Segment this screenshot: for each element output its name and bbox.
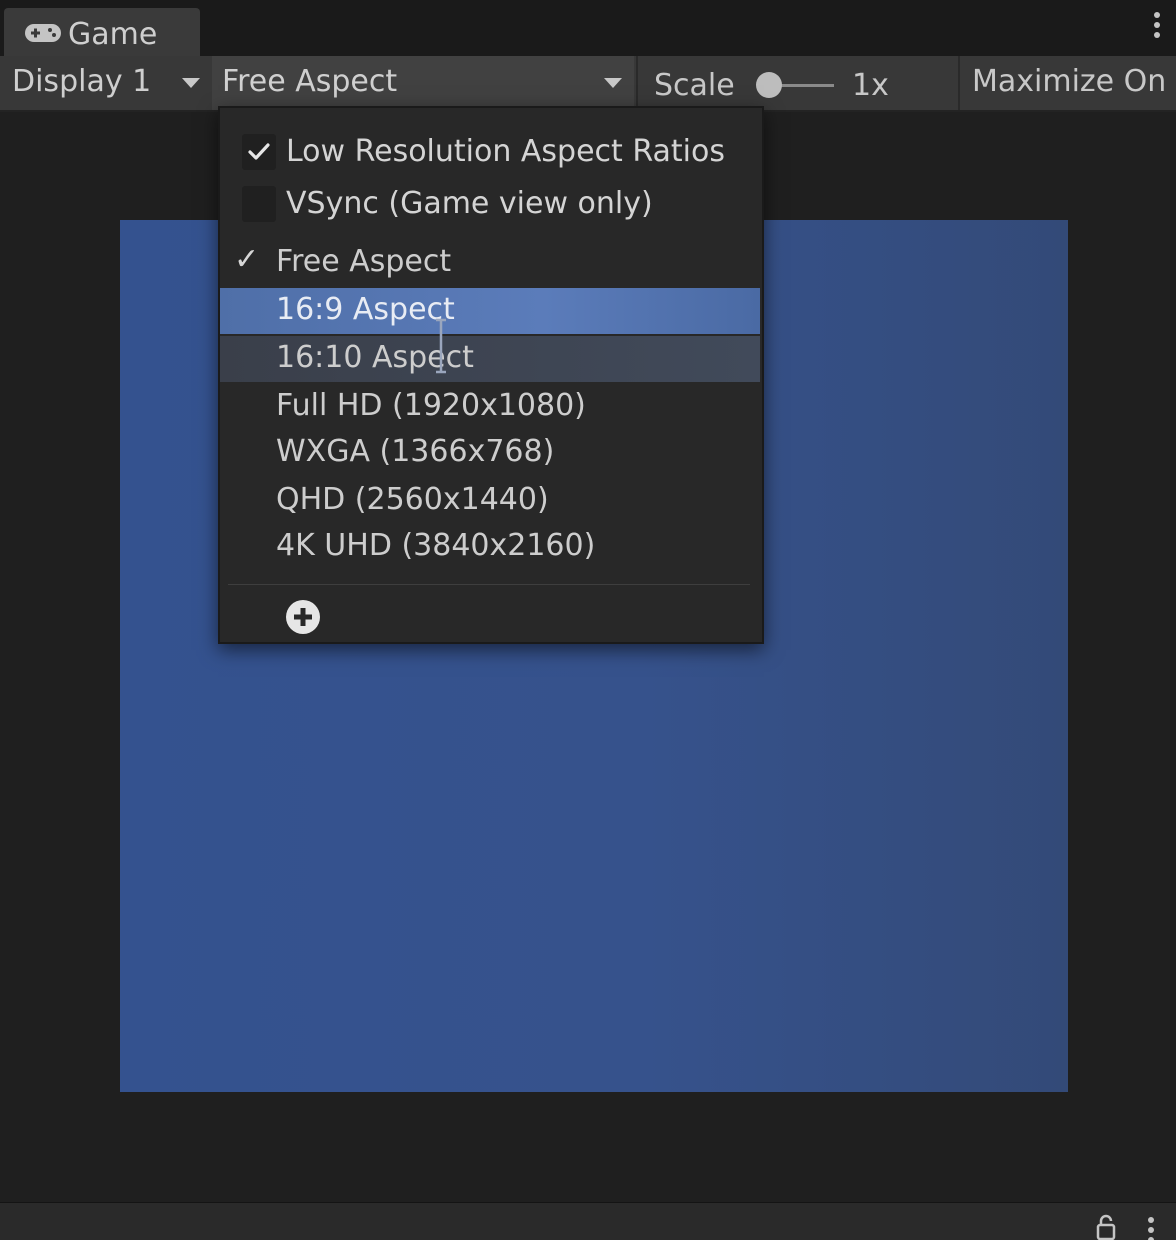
chevron-down-icon: [182, 78, 200, 88]
aspect-item-qhd[interactable]: QHD (2560x1440): [220, 478, 760, 524]
bottom-bar: [0, 1202, 1176, 1240]
aspect-item-full-hd[interactable]: Full HD (1920x1080): [220, 384, 760, 430]
aspect-item-4k-uhd[interactable]: 4K UHD (3840x2160): [220, 524, 760, 570]
aspect-item-label: QHD (2560x1440): [276, 482, 549, 517]
scale-slider-thumb[interactable]: [756, 72, 782, 98]
display-dropdown-label: Display 1: [12, 64, 152, 99]
aspect-item-label: 16:9 Aspect: [276, 292, 455, 327]
chevron-down-icon: [604, 78, 622, 88]
aspect-item-free[interactable]: ✓ Free Aspect: [220, 240, 760, 286]
aspect-item-label: Free Aspect: [276, 244, 452, 279]
tab-strip: Game: [0, 0, 1176, 56]
lock-icon[interactable]: [1096, 1213, 1116, 1240]
low-resolution-checkbox[interactable]: [242, 134, 276, 170]
aspect-item-wxga[interactable]: WXGA (1366x768): [220, 430, 760, 476]
vsync-label: VSync (Game view only): [286, 186, 653, 221]
low-resolution-label: Low Resolution Aspect Ratios: [286, 134, 725, 169]
selected-check-icon: ✓: [234, 242, 260, 277]
checkmark-icon: [248, 143, 270, 160]
aspect-item-label: Full HD (1920x1080): [276, 388, 586, 423]
tab-game[interactable]: Game: [4, 8, 200, 56]
aspect-item-label: 4K UHD (3840x2160): [276, 528, 596, 563]
aspect-item-label: WXGA (1366x768): [276, 434, 555, 469]
game-view-window: Game Display 1 Free Aspect Scale 1x Maxi…: [0, 0, 1176, 1240]
window-menu-icon[interactable]: [1152, 12, 1162, 42]
menu-divider: [228, 584, 750, 585]
aspect-item-16-10[interactable]: 16:10 Aspect: [220, 336, 760, 382]
toolbar-divider: [958, 56, 960, 110]
tab-label: Game: [68, 17, 158, 52]
scale-value: 1x: [852, 68, 889, 103]
panel-menu-icon[interactable]: [1146, 1217, 1156, 1240]
aspect-dropdown-label: Free Aspect: [222, 64, 398, 99]
scale-label: Scale: [654, 68, 735, 103]
toolbar-divider: [636, 56, 638, 110]
option-vsync[interactable]: VSync (Game view only): [220, 182, 762, 228]
maximize-on-play-toggle[interactable]: Maximize On: [972, 64, 1166, 99]
aspect-dropdown-menu: Low Resolution Aspect Ratios VSync (Game…: [218, 106, 764, 644]
aspect-item-16-9[interactable]: 16:9 Aspect: [220, 288, 760, 334]
aspect-dropdown[interactable]: Free Aspect: [212, 56, 634, 110]
option-low-resolution[interactable]: Low Resolution Aspect Ratios: [220, 130, 762, 176]
game-toolbar: Display 1 Free Aspect Scale 1x Maximize …: [0, 56, 1176, 112]
vsync-checkbox[interactable]: [242, 186, 276, 222]
text-cursor-icon: [436, 318, 446, 374]
plus-circle-icon[interactable]: [284, 598, 322, 636]
display-dropdown[interactable]: Display 1: [0, 56, 208, 110]
gamepad-icon: [25, 24, 61, 42]
